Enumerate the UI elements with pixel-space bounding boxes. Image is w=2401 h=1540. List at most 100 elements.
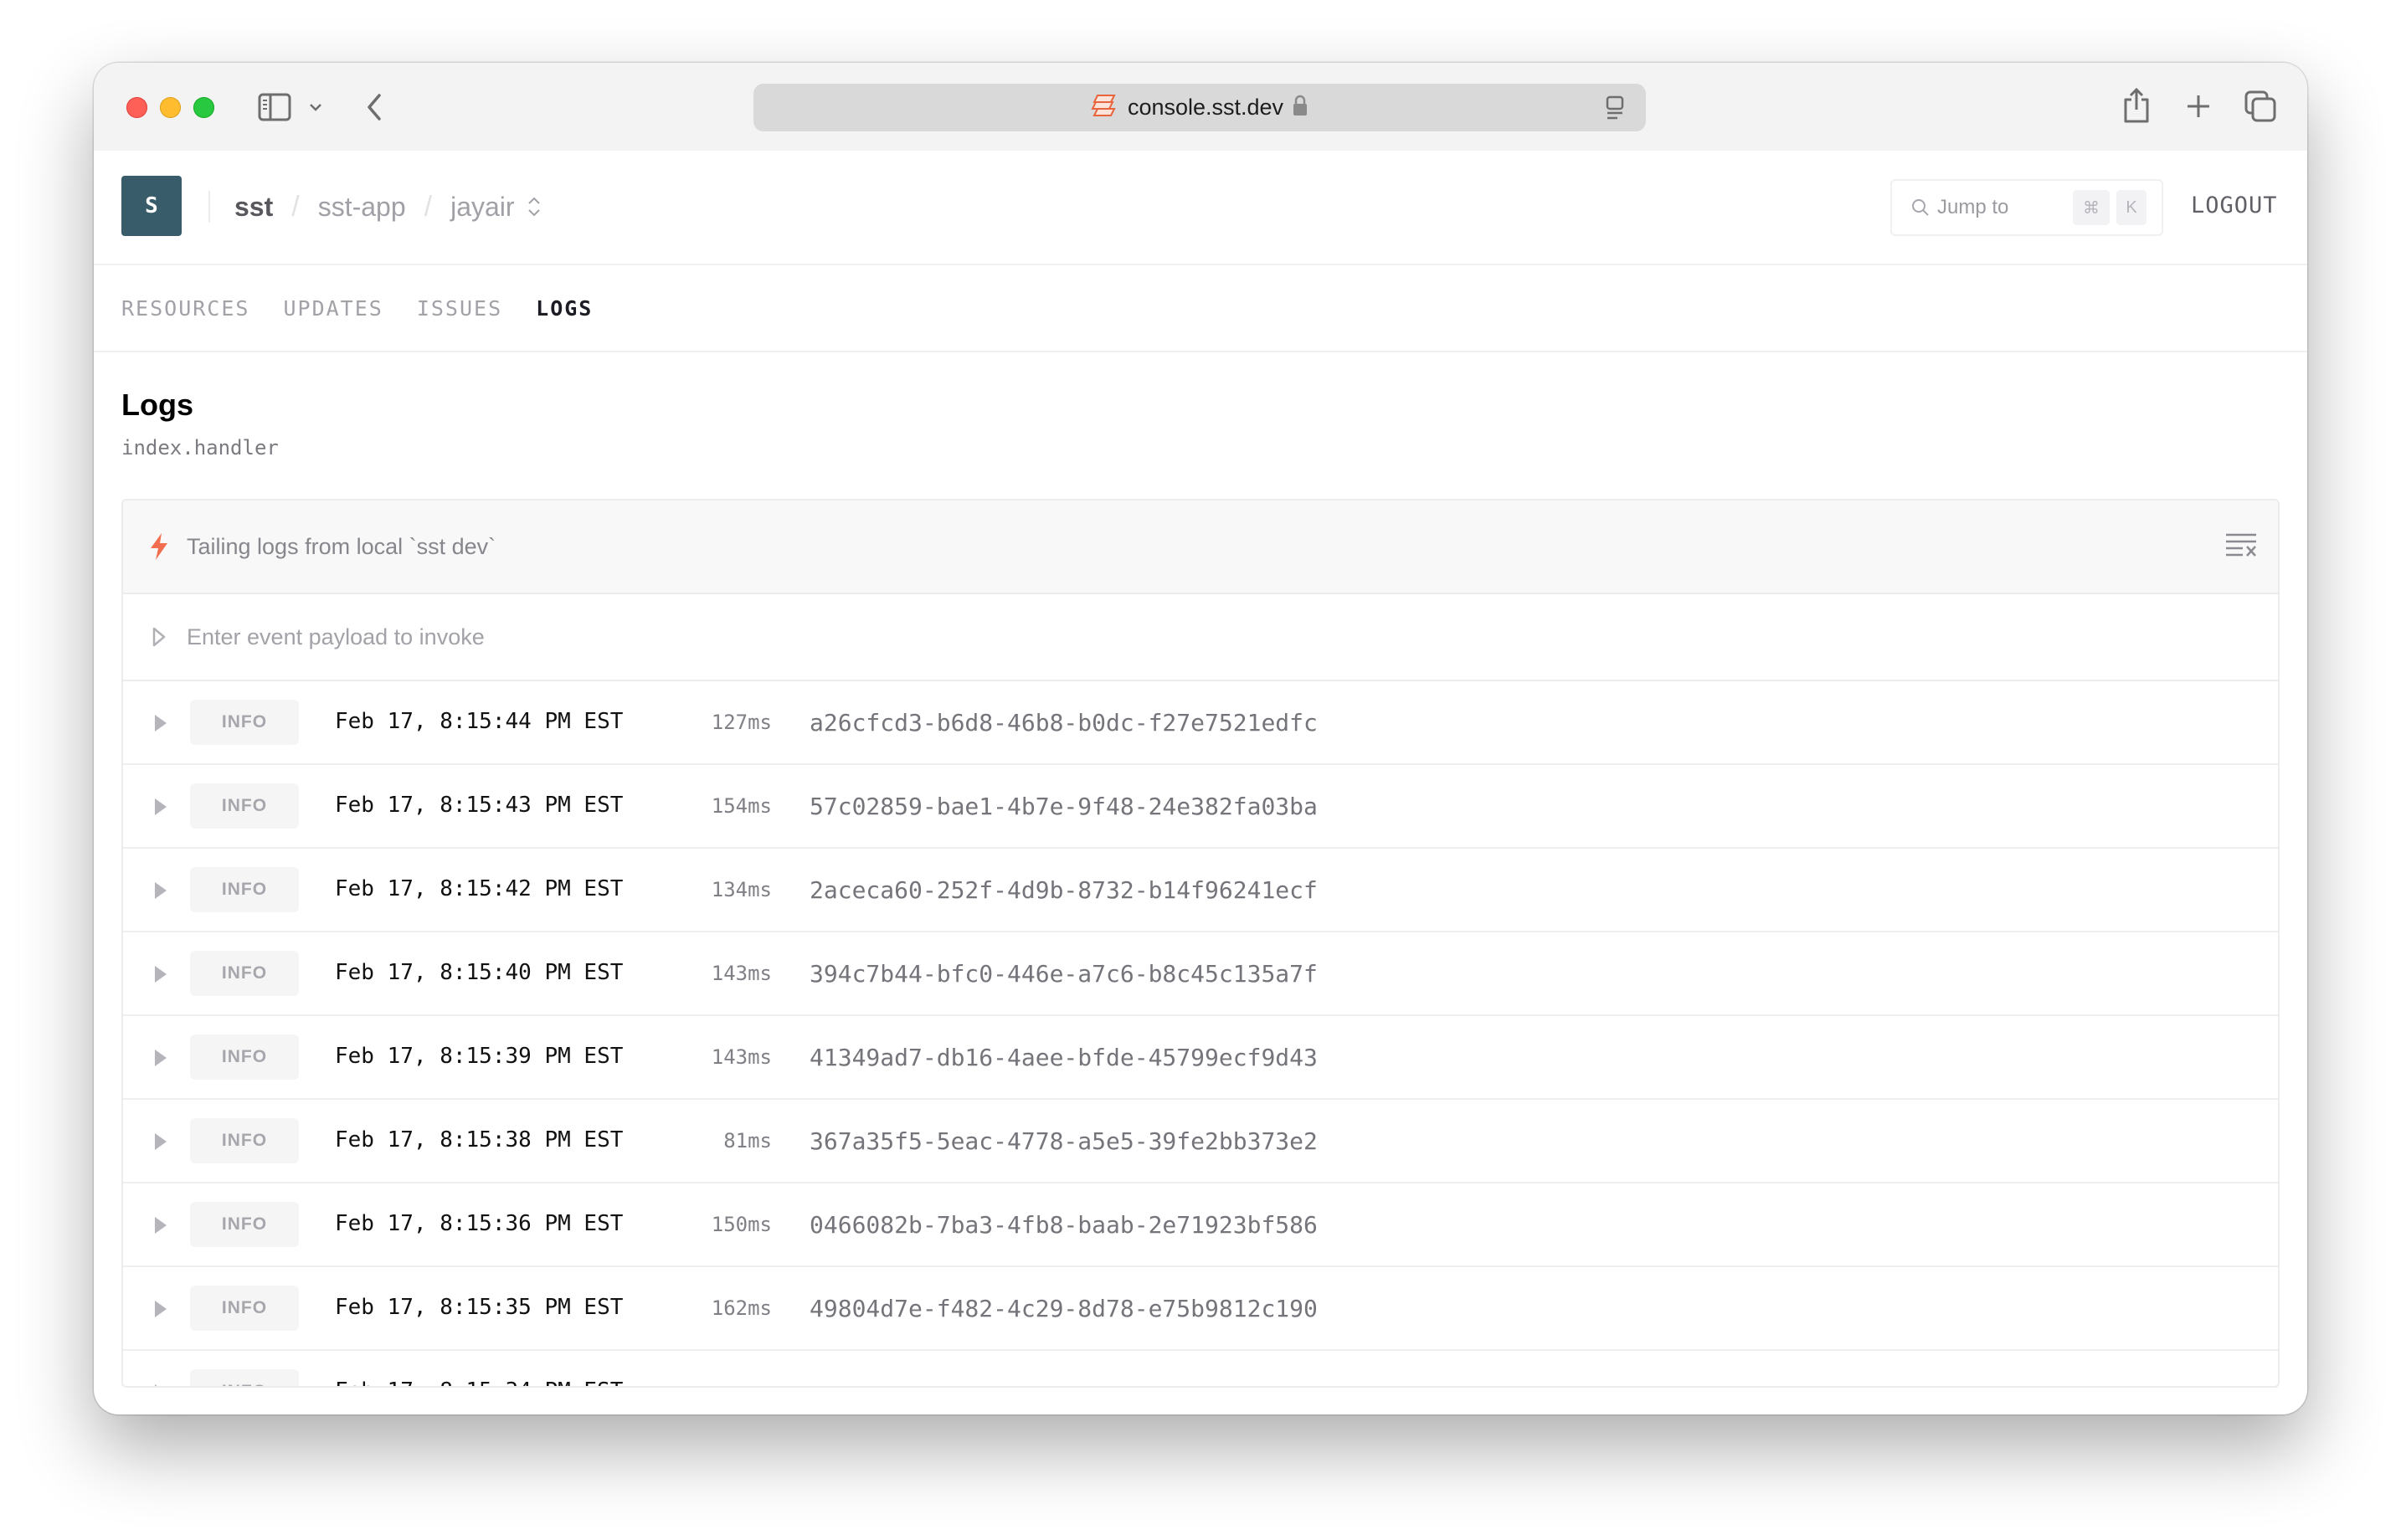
jump-to-search[interactable]: Jump to ⌘ K	[1890, 179, 2163, 236]
expand-caret-icon[interactable]	[153, 1299, 168, 1319]
log-row[interactable]: INFO Feb 17, 8:15:44 PM EST 127ms a26cfc…	[123, 681, 2278, 765]
log-level-badge: INFO	[190, 783, 299, 829]
log-duration: 162ms	[711, 1296, 772, 1320]
function-handler: index.handler	[121, 436, 279, 459]
log-row[interactable]: INFO Feb 17, 8:15:39 PM EST 143ms 41349a…	[123, 1016, 2278, 1100]
bolt-icon	[151, 533, 167, 560]
log-timestamp: Feb 17, 8:15:34 PM EST	[335, 1378, 623, 1386]
search-placeholder: Jump to	[1937, 196, 2009, 218]
address-bar[interactable]: console.sst.dev	[753, 84, 1646, 131]
expand-caret-icon[interactable]	[153, 964, 168, 984]
log-row[interactable]: INFO Feb 17, 8:15:40 PM EST 143ms 394c7b…	[123, 932, 2278, 1016]
log-request-id: 2aceca60-252f-4d9b-8732-b14f96241ecf	[810, 876, 1318, 904]
lock-icon	[1292, 94, 1308, 121]
header-divider	[208, 191, 210, 223]
stage-switcher[interactable]: jayair	[450, 192, 541, 223]
zoom-window-button[interactable]	[193, 97, 214, 118]
sidebar-toggle-icon[interactable]	[258, 93, 291, 121]
log-request-id: a26cfcd3-b6d8-46b8-b0dc-f27e7521edfc	[810, 709, 1318, 737]
breadcrumb-separator: /	[424, 190, 433, 223]
expand-caret-icon[interactable]	[153, 1048, 168, 1068]
log-level-badge: INFO	[190, 867, 299, 912]
expand-caret-icon[interactable]	[153, 1132, 168, 1152]
tab-overview-icon[interactable]	[2242, 88, 2279, 125]
breadcrumb: sst / sst-app / jayair	[234, 187, 542, 226]
log-level-badge: INFO	[190, 1034, 299, 1080]
breadcrumb-app[interactable]: sst-app	[318, 192, 406, 223]
logs-panel-header: Tailing logs from local `sst dev`	[123, 501, 2278, 594]
log-timestamp: Feb 17, 8:15:38 PM EST	[335, 1127, 624, 1152]
log-row[interactable]: INFO Feb 17, 8:15:43 PM EST 154ms 57c028…	[123, 765, 2278, 849]
expand-caret-icon[interactable]	[153, 797, 168, 817]
workspace-avatar[interactable]: S	[121, 176, 182, 236]
invoke-placeholder: Enter event payload to invoke	[187, 624, 485, 649]
log-level-badge: INFO	[190, 1202, 299, 1247]
expand-caret-icon[interactable]	[153, 1383, 168, 1388]
main-nav: RESOURCES UPDATES ISSUES LOGS	[94, 265, 2307, 352]
log-row[interactable]: INFO Feb 17, 8:15:34 PM EST	[123, 1351, 2278, 1388]
shortcut-cmd-key: ⌘	[2073, 190, 2110, 225]
expand-caret-icon[interactable]	[153, 1215, 168, 1235]
invoke-payload-input[interactable]: Enter event payload to invoke	[123, 594, 2278, 681]
log-row[interactable]: INFO Feb 17, 8:15:38 PM EST 81ms 367a35f…	[123, 1100, 2278, 1183]
log-row[interactable]: INFO Feb 17, 8:15:36 PM EST 150ms 046608…	[123, 1183, 2278, 1267]
log-level-badge: INFO	[190, 700, 299, 745]
tab-resources[interactable]: RESOURCES	[121, 296, 249, 321]
clear-logs-icon[interactable]	[2224, 532, 2258, 561]
close-window-button[interactable]	[126, 97, 147, 118]
tailing-status: Tailing logs from local `sst dev`	[187, 533, 496, 559]
minimize-window-button[interactable]	[160, 97, 181, 118]
log-timestamp: Feb 17, 8:15:42 PM EST	[335, 876, 624, 901]
reader-mode-icon[interactable]	[1602, 95, 1627, 121]
breadcrumb-stage: jayair	[450, 191, 515, 222]
expand-caret-icon[interactable]	[153, 713, 168, 733]
back-arrow-icon[interactable]	[362, 91, 387, 123]
chevron-up-down-icon	[527, 197, 540, 217]
log-level-badge: INFO	[190, 951, 299, 996]
page-title: Logs	[121, 388, 193, 422]
log-request-id: 41349ad7-db16-4aee-bfde-45799ecf9d43	[810, 1044, 1318, 1071]
browser-window: console.sst.dev S sst / sst-app / jayair…	[94, 63, 2307, 1414]
log-level-badge: INFO	[190, 1118, 299, 1163]
plus-icon[interactable]	[2182, 90, 2215, 123]
shortcut-k-key: K	[2116, 190, 2147, 225]
log-duration: 150ms	[711, 1213, 772, 1236]
logout-button[interactable]: LOGOUT	[2191, 192, 2278, 218]
chevron-down-icon[interactable]	[306, 95, 326, 120]
log-timestamp: Feb 17, 8:15:44 PM EST	[335, 709, 624, 734]
log-request-id: 49804d7e-f482-4c29-8d78-e75b9812c190	[810, 1295, 1318, 1322]
tab-issues[interactable]: ISSUES	[417, 296, 502, 321]
browser-toolbar: console.sst.dev	[94, 63, 2307, 151]
tab-logs[interactable]: LOGS	[536, 296, 593, 321]
expand-caret-icon[interactable]	[153, 880, 168, 901]
log-timestamp: Feb 17, 8:15:35 PM EST	[335, 1295, 624, 1320]
log-level-badge: INFO	[190, 1286, 299, 1331]
log-timestamp: Feb 17, 8:15:39 PM EST	[335, 1044, 624, 1069]
log-request-id: 394c7b44-bfc0-446e-a7c6-b8c45c135a7f	[810, 960, 1318, 988]
log-request-id: 57c02859-bae1-4b7e-9f48-24e382fa03ba	[810, 793, 1318, 820]
site-favicon-icon	[1091, 93, 1118, 122]
log-duration: 134ms	[711, 878, 772, 901]
app-header: S sst / sst-app / jayair Jump to ⌘ K LOG…	[94, 151, 2307, 265]
search-icon	[1912, 199, 1929, 216]
log-row[interactable]: INFO Feb 17, 8:15:42 PM EST 134ms 2aceca…	[123, 849, 2278, 932]
log-duration: 143ms	[711, 1045, 772, 1069]
log-timestamp: Feb 17, 8:15:36 PM EST	[335, 1211, 624, 1236]
log-duration: 143ms	[711, 962, 772, 985]
log-list: INFO Feb 17, 8:15:44 PM EST 127ms a26cfc…	[123, 681, 2278, 1388]
logs-panel: Tailing logs from local `sst dev` Enter …	[121, 499, 2280, 1388]
share-icon[interactable]	[2120, 85, 2153, 126]
log-request-id: 0466082b-7ba3-4fb8-baab-2e71923bf586	[810, 1211, 1318, 1239]
log-request-id: 367a35f5-5eac-4778-a5e5-39fe2bb373e2	[810, 1127, 1318, 1155]
url-text: console.sst.dev	[1127, 95, 1284, 120]
log-duration: 154ms	[711, 794, 772, 818]
breadcrumb-org[interactable]: sst	[234, 192, 273, 223]
log-duration: 127ms	[711, 711, 772, 734]
log-timestamp: Feb 17, 8:15:43 PM EST	[335, 793, 624, 818]
play-icon	[152, 627, 166, 647]
tab-updates[interactable]: UPDATES	[283, 296, 383, 321]
log-level-badge: INFO	[190, 1369, 299, 1386]
log-duration: 81ms	[723, 1129, 772, 1152]
log-row[interactable]: INFO Feb 17, 8:15:35 PM EST 162ms 49804d…	[123, 1267, 2278, 1351]
log-timestamp: Feb 17, 8:15:40 PM EST	[335, 960, 624, 985]
